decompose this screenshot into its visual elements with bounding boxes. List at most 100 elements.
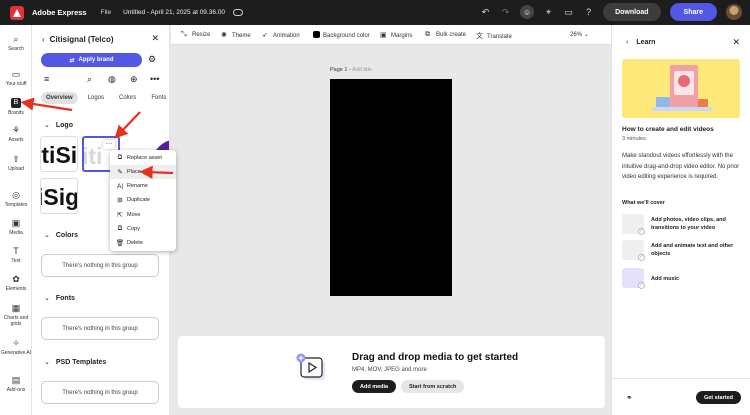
copy-icon: ⧉ [117, 225, 123, 232]
rail-item-assets[interactable]: ⚘ Assets [0, 125, 32, 143]
replace-icon: ⧉ [117, 154, 123, 161]
logo-tile[interactable]: itiSi [40, 136, 78, 172]
theme-icon: ✺ [221, 32, 227, 39]
learn-step[interactable]: ✓ Add music [622, 268, 744, 290]
rail-item-generative-ai[interactable]: ✧ Generative AI [0, 338, 32, 356]
menu-item-move[interactable]: ⇱ Move [110, 208, 176, 222]
search-icon[interactable]: ⌕ [87, 74, 92, 85]
media-dropzone[interactable]: Drag and drop media to get started MP4, … [178, 336, 605, 408]
file-menu[interactable]: File [101, 9, 111, 16]
tab-fonts[interactable]: Fonts [146, 92, 169, 104]
add-title-link[interactable]: Add title [352, 67, 372, 73]
page-label: Page 1 - Add title [330, 67, 372, 73]
invite-user-icon[interactable]: ☺ [520, 5, 535, 19]
chevron-down-icon: ⌄ [44, 122, 50, 129]
bulk-create-button[interactable]: ⧉ Bulk create [425, 31, 466, 39]
elements-icon: ✿ [12, 274, 20, 284]
section-logo[interactable]: ⌄ Logo [44, 121, 73, 129]
learn-hero-image[interactable] [622, 59, 740, 118]
download-button[interactable]: Download [603, 3, 661, 21]
rail-item-elements[interactable]: ✿ Elements [0, 274, 32, 292]
resize-button[interactable]: ⤡ Resize [181, 31, 210, 39]
upload-icon: ⇪ [12, 154, 20, 164]
rail-item-upload[interactable]: ⇪ Upload [0, 154, 32, 172]
learn-step[interactable]: ✓ Add and animate text and other objects [622, 240, 744, 262]
app-name: Adobe Express [32, 8, 87, 17]
artboard[interactable] [330, 79, 452, 296]
rail-item-brands[interactable]: B Brands [0, 98, 32, 116]
translate-button[interactable]: 文 Translate [476, 31, 512, 41]
menu-item-rename[interactable]: A| Rename [110, 179, 176, 193]
check-icon: ✓ [638, 254, 645, 261]
menu-item-copy[interactable]: ⧉ Copy [110, 222, 176, 236]
logo-tile[interactable]: iSig [40, 178, 78, 214]
avatar[interactable] [726, 4, 742, 20]
empty-fonts-box: There's nothing in this group [41, 317, 159, 340]
location-pin-icon[interactable]: ⌖ [543, 7, 554, 18]
close-icon[interactable]: ✕ [732, 37, 740, 48]
rename-icon: A| [116, 182, 124, 190]
rail-item-templates[interactable]: ◎ Templates [0, 190, 32, 208]
share-button[interactable]: Share [669, 3, 717, 21]
logo-text: itiSi [41, 142, 78, 168]
context-menu: ⧉ Replace asset ✎ Place A| Rename ⊞ Duplicat… [110, 150, 176, 251]
menu-item-delete[interactable]: 🗑 Delete [110, 236, 176, 250]
dropzone-title: Drag and drop media to get started [352, 352, 519, 363]
theme-button[interactable]: ✺ Theme [221, 31, 251, 39]
link-icon[interactable]: ⚭ [626, 393, 633, 402]
redo-icon[interactable]: ↷ [500, 7, 511, 18]
zoom-dropdown[interactable]: 26% ⌄ [570, 31, 589, 38]
rail-item-media[interactable]: ▣ Media [0, 218, 32, 236]
menu-item-replace-asset[interactable]: ⧉ Replace asset [110, 151, 176, 165]
section-psd-templates[interactable]: ⌄ PSD Templates [44, 358, 106, 366]
more-options-icon[interactable]: … [103, 139, 115, 149]
section-fonts[interactable]: ⌄ Fonts [44, 294, 75, 302]
learn-header: ‹ Learn [626, 39, 655, 46]
help-icon[interactable]: ? [583, 7, 594, 18]
add-media-button[interactable]: Add media [352, 380, 397, 393]
step-label: Add photos, video clips, and transitions… [651, 217, 726, 231]
rail-item-text[interactable]: T Text [0, 246, 32, 264]
resize-icon: ⤡ [181, 31, 187, 38]
comment-icon[interactable]: ▭ [563, 7, 574, 18]
gear-icon[interactable]: ⚙ [148, 54, 156, 65]
sort-icon[interactable]: ≡ [44, 74, 49, 84]
text-icon: T [13, 246, 19, 256]
tab-logos[interactable]: Logos [83, 92, 109, 104]
back-icon[interactable]: ‹ [42, 35, 45, 44]
learn-step[interactable]: ✓ Add photos, video clips, and transitio… [622, 214, 744, 236]
background-color-button[interactable]: Background color [313, 31, 370, 39]
close-icon[interactable]: ✕ [151, 33, 159, 44]
menu-item-place[interactable]: ✎ Place [110, 165, 176, 179]
animation-button[interactable]: ➶ Animation [262, 31, 300, 39]
start-from-scratch-button[interactable]: Start from scratch [401, 380, 465, 393]
undo-icon[interactable]: ↶ [480, 7, 491, 18]
section-colors[interactable]: ⌄ Colors [44, 231, 78, 239]
menu-item-duplicate[interactable]: ⊞ Duplicate [110, 193, 176, 207]
learn-description: Make standout videos effortlessly with t… [622, 153, 740, 180]
adobe-express-logo-icon[interactable] [10, 5, 24, 20]
color-picker-icon[interactable]: ◍ [108, 74, 116, 85]
apply-brand-button[interactable]: ⇄ Apply brand [41, 53, 142, 67]
hero-illustration [652, 65, 712, 111]
rail-item-charts[interactable]: ▦ Charts and grids [0, 303, 32, 327]
rail-item-search[interactable]: ⌕ Search [0, 34, 32, 52]
learn-panel: ‹ Learn ✕ How to create and edit videos 3… [611, 25, 750, 415]
margins-button[interactable]: ▣ Margins [380, 31, 412, 39]
rail-item-addons[interactable]: ▤ Add-ons [0, 375, 32, 393]
document-title[interactable]: Untitled - April 21, 2025 at 09.36.00 [123, 9, 225, 16]
panel-title: Citisignal (Telco) [49, 35, 114, 44]
chevron-down-icon: ⌄ [44, 232, 50, 239]
bulk-create-icon: ⧉ [425, 31, 430, 38]
step-label: Add music [651, 276, 680, 282]
back-icon[interactable]: ‹ [626, 39, 628, 46]
animation-icon: ➶ [262, 32, 268, 39]
more-icon[interactable]: ••• [150, 74, 159, 84]
get-started-button[interactable]: Get started [695, 391, 741, 404]
logo-text: iSig [40, 184, 78, 210]
add-icon[interactable]: ⊕ [130, 74, 138, 85]
cover-heading: What we'll cover [622, 200, 665, 206]
tab-colors[interactable]: Colors [114, 92, 141, 104]
rail-item-your-stuff[interactable]: ▭ Your stuff [0, 69, 32, 87]
tab-overview[interactable]: Overview [41, 92, 78, 104]
